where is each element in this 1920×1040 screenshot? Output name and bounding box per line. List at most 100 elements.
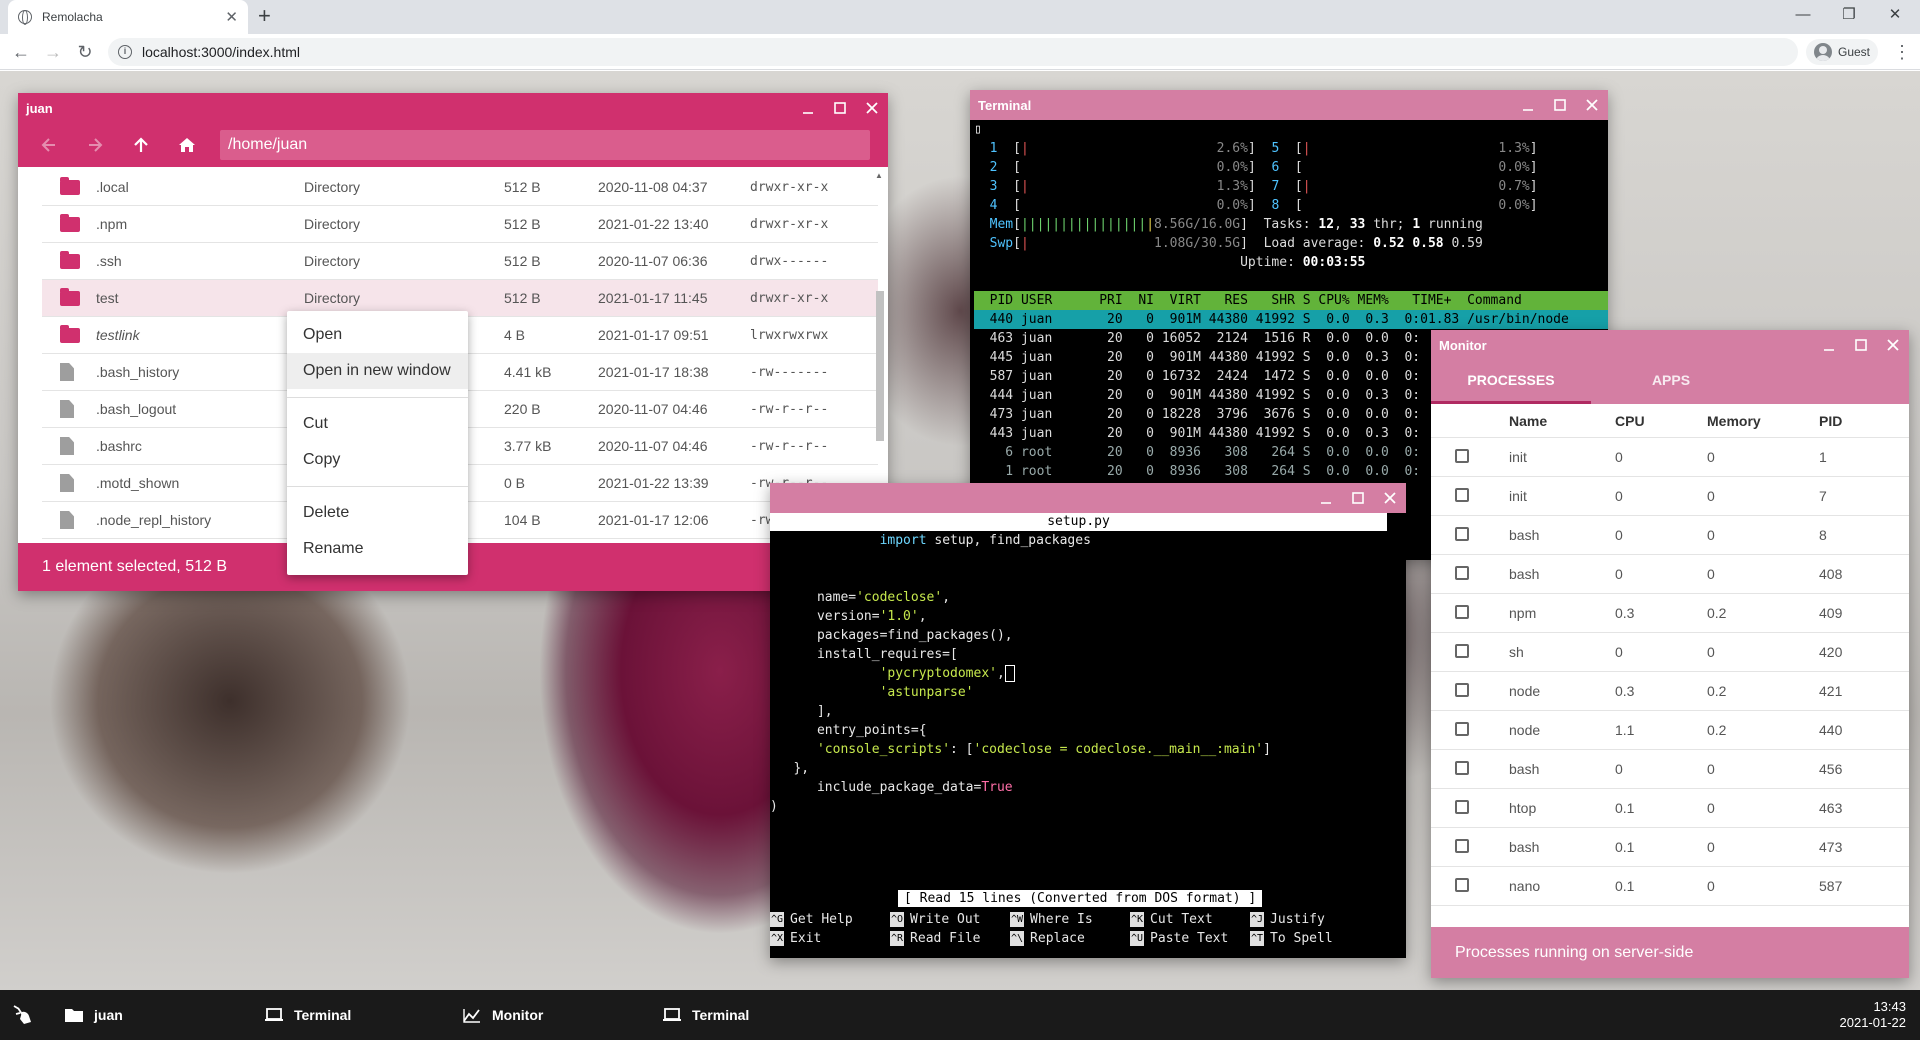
htop-process-row[interactable]: 443 juan 20 0 901M 44380 41992 S 0.0 0.3… xyxy=(974,426,1420,441)
nano-shortcut[interactable]: ^R Read File xyxy=(890,929,1010,948)
htop-process-row[interactable]: 445 juan 20 0 901M 44380 41992 S 0.0 0.3… xyxy=(974,350,1420,365)
nano-text-area[interactable]: import setup, find_packages name='codecl… xyxy=(770,531,1406,816)
row-checkbox[interactable] xyxy=(1455,565,1469,580)
htop-process-row[interactable]: 440 juan 20 0 901M 44380 41992 S 0.0 0.3… xyxy=(974,310,1608,329)
browser-close-button[interactable]: ✕ xyxy=(1872,0,1918,30)
close-icon[interactable] xyxy=(1877,330,1909,360)
new-tab-button[interactable]: + xyxy=(258,3,271,29)
maximize-icon[interactable] xyxy=(1544,90,1576,120)
row-checkbox[interactable] xyxy=(1455,604,1469,619)
row-checkbox[interactable] xyxy=(1455,682,1469,697)
start-menu-icon[interactable] xyxy=(12,1004,36,1031)
table-row[interactable]: bash 0 0 456 xyxy=(1431,750,1909,789)
home-icon[interactable] xyxy=(164,127,210,163)
close-icon[interactable] xyxy=(856,93,888,123)
address-bar[interactable]: i localhost:3000/index.html xyxy=(108,38,1798,66)
htop-process-row[interactable]: 1 root 20 0 8936 308 264 S 0.0 0.0 0: xyxy=(974,464,1420,479)
nano-shortcut[interactable]: ^K Cut Text xyxy=(1130,910,1250,929)
nano-titlebar[interactable] xyxy=(770,483,1406,513)
file-row[interactable]: .local Directory 512 B 2020-11-08 04:37 drwx… xyxy=(42,169,878,206)
tab-processes[interactable]: PROCESSES xyxy=(1431,360,1591,404)
table-row[interactable]: bash 0 0 408 xyxy=(1431,555,1909,594)
menu-item-rename[interactable]: Rename xyxy=(287,531,468,567)
table-row[interactable]: bash 0 0 8 xyxy=(1431,516,1909,555)
nano-shortcut[interactable]: ^U Paste Text xyxy=(1130,929,1250,948)
row-checkbox[interactable] xyxy=(1455,760,1469,775)
taskbar-item[interactable]: Terminal xyxy=(264,990,351,1040)
table-row[interactable]: sh 0 0 420 xyxy=(1431,633,1909,672)
row-checkbox[interactable] xyxy=(1455,448,1469,463)
browser-restore-button[interactable]: ❐ xyxy=(1826,0,1872,30)
htop-process-row[interactable]: 6 root 20 0 8936 308 264 S 0.0 0.0 0: xyxy=(974,445,1420,460)
htop-process-row[interactable]: 473 juan 20 0 18228 3796 3676 S 0.0 0.0 … xyxy=(974,407,1420,422)
nano-shortcut[interactable]: ^W Where Is xyxy=(1010,910,1130,929)
nano-shortcut[interactable]: ^J Justify xyxy=(1250,910,1370,929)
taskbar-item[interactable]: Monitor xyxy=(462,990,543,1040)
path-input[interactable]: /home/juan xyxy=(220,130,870,160)
htop-process-row[interactable]: 587 juan 20 0 16732 2424 1472 S 0.0 0.0 … xyxy=(974,369,1420,384)
menu-item-open[interactable]: Open xyxy=(287,317,468,353)
row-checkbox[interactable] xyxy=(1455,877,1469,892)
table-row[interactable]: nano 0.1 0 587 xyxy=(1431,867,1909,906)
close-icon[interactable] xyxy=(1374,483,1406,513)
menu-item-open-new-window[interactable]: Open in new window xyxy=(287,353,468,389)
nano-shortcut[interactable]: ^\ Replace xyxy=(1010,929,1130,948)
row-checkbox[interactable] xyxy=(1455,526,1469,541)
table-row[interactable]: node 0.3 0.2 421 xyxy=(1431,672,1909,711)
nano-shortcut[interactable]: ^O Write Out xyxy=(890,910,1010,929)
back-arrow-icon[interactable] xyxy=(26,127,72,163)
htop-process-row[interactable]: 444 juan 20 0 901M 44380 41992 S 0.0 0.3… xyxy=(974,388,1420,403)
browser-minimize-button[interactable]: — xyxy=(1780,0,1826,30)
terminal-titlebar[interactable]: Terminal xyxy=(970,90,1608,120)
maximize-icon[interactable] xyxy=(824,93,856,123)
system-clock[interactable]: 13:43 2021-01-22 xyxy=(1840,999,1907,1031)
scrollbar-thumb[interactable] xyxy=(876,291,884,441)
table-row[interactable]: init 0 0 7 xyxy=(1431,477,1909,516)
htop-process-row[interactable]: 463 juan 20 0 16052 2124 1516 R 0.0 0.0 … xyxy=(974,331,1420,346)
monitor-titlebar[interactable]: Monitor xyxy=(1431,330,1909,360)
minimize-icon[interactable] xyxy=(1512,90,1544,120)
back-arrow-icon[interactable]: ← xyxy=(8,39,34,65)
menu-item-cut[interactable]: Cut xyxy=(287,406,468,442)
table-row[interactable]: bash 0.1 0 473 xyxy=(1431,828,1909,867)
menu-item-delete[interactable]: Delete xyxy=(287,495,468,531)
menu-item-copy[interactable]: Copy xyxy=(287,442,468,478)
column-memory[interactable]: Memory xyxy=(1707,413,1819,429)
column-cpu[interactable]: CPU xyxy=(1615,413,1707,429)
column-name[interactable]: Name xyxy=(1509,413,1615,429)
htop-column-header[interactable]: PID USER PRI NI VIRT RES SHR S CPU% MEM%… xyxy=(974,291,1608,310)
reload-icon[interactable]: ↻ xyxy=(72,39,98,65)
file-row[interactable]: .npm Directory 512 B 2021-01-22 13:40 drwxr-… xyxy=(42,206,878,243)
row-checkbox[interactable] xyxy=(1455,799,1469,814)
scroll-up-icon[interactable]: ▲ xyxy=(875,171,883,180)
row-checkbox[interactable] xyxy=(1455,721,1469,736)
profile-button[interactable]: Guest xyxy=(1806,39,1879,65)
table-row[interactable]: npm 0.3 0.2 409 xyxy=(1431,594,1909,633)
table-row[interactable]: htop 0.1 0 463 xyxy=(1431,789,1909,828)
forward-arrow-icon[interactable] xyxy=(72,127,118,163)
table-row[interactable]: init 0 0 1 xyxy=(1431,438,1909,477)
row-checkbox[interactable] xyxy=(1455,487,1469,502)
nano-shortcut[interactable]: ^X Exit xyxy=(770,929,890,948)
up-arrow-icon[interactable] xyxy=(118,127,164,163)
row-checkbox[interactable] xyxy=(1455,838,1469,853)
maximize-icon[interactable] xyxy=(1845,330,1877,360)
row-checkbox[interactable] xyxy=(1455,643,1469,658)
taskbar-item[interactable]: Terminal xyxy=(662,990,749,1040)
tab-close-icon[interactable]: ✕ xyxy=(225,8,238,26)
taskbar-item[interactable]: juan xyxy=(64,990,123,1040)
nano-shortcut[interactable]: ^G Get Help xyxy=(770,910,890,929)
forward-arrow-icon[interactable]: → xyxy=(40,39,66,65)
column-pid[interactable]: PID xyxy=(1819,413,1842,429)
nano-shortcut[interactable]: ^T To Spell xyxy=(1250,929,1370,948)
file-manager-titlebar[interactable]: juan xyxy=(18,93,888,123)
browser-tab[interactable]: Remolacha ✕ xyxy=(8,0,248,34)
minimize-icon[interactable] xyxy=(792,93,824,123)
maximize-icon[interactable] xyxy=(1342,483,1374,513)
minimize-icon[interactable] xyxy=(1310,483,1342,513)
minimize-icon[interactable] xyxy=(1813,330,1845,360)
browser-menu-icon[interactable]: ⋮ xyxy=(1892,39,1912,65)
file-row[interactable]: .ssh Directory 512 B 2020-11-07 06:36 drwx--… xyxy=(42,243,878,280)
close-icon[interactable] xyxy=(1576,90,1608,120)
tab-apps[interactable]: APPS xyxy=(1591,360,1751,404)
